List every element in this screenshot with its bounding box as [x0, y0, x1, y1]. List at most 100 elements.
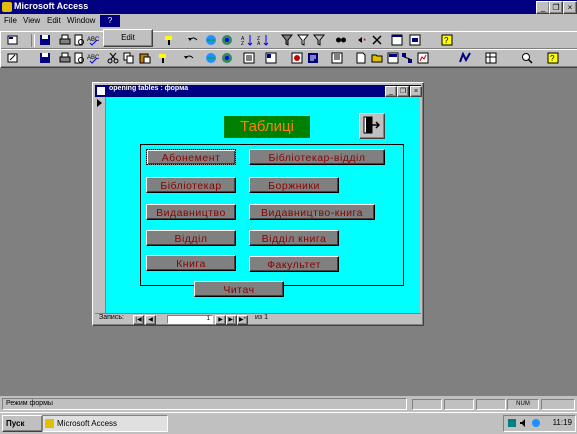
- new-icon[interactable]: [355, 52, 367, 64]
- status-panel: [412, 399, 442, 410]
- form-close-button[interactable]: ×: [410, 86, 422, 97]
- first-record-button[interactable]: |◀: [133, 315, 144, 325]
- debtors-button[interactable]: Боржники: [249, 177, 339, 193]
- menu-edit[interactable]: Edit: [47, 16, 61, 25]
- sort-ascending-icon[interactable]: AZ: [241, 34, 253, 46]
- librarian-button[interactable]: Бібліотекар: [146, 177, 236, 193]
- menu-bar: File View Edit Window ?: [0, 14, 577, 30]
- find-icon[interactable]: [335, 34, 347, 46]
- format-painter-icon[interactable]: [163, 34, 175, 46]
- menu-view[interactable]: View: [23, 16, 40, 25]
- help-icon[interactable]: ?: [547, 52, 559, 64]
- print-preview-icon[interactable]: [73, 34, 85, 46]
- design-view-icon[interactable]: [7, 34, 19, 46]
- form-maximize-button[interactable]: ❐: [397, 86, 409, 97]
- copy-icon[interactable]: [123, 52, 135, 64]
- volume-icon[interactable]: [519, 418, 529, 428]
- insert-hyperlink-icon[interactable]: [205, 34, 217, 46]
- field-list-icon[interactable]: [243, 52, 255, 64]
- office-assistant-icon[interactable]: ?: [441, 34, 453, 46]
- book-button[interactable]: Книга: [146, 255, 236, 271]
- form-title-bar[interactable]: opening tables : форма _ ❐ ×: [95, 85, 422, 97]
- form-view-icon[interactable]: [7, 52, 19, 64]
- form-icon[interactable]: [97, 87, 105, 95]
- current-record-input[interactable]: 1: [167, 315, 213, 324]
- librarian-department-button[interactable]: Бібліотекар-відділ: [249, 149, 385, 165]
- department-button[interactable]: Відділ: [146, 230, 236, 246]
- apply-filter-icon[interactable]: [313, 34, 325, 46]
- toolbar-separator: [31, 34, 35, 47]
- title-bar[interactable]: Microsoft Access _ ❐ ×: [0, 0, 577, 14]
- web-toolbar-icon[interactable]: [221, 34, 233, 46]
- menu-window[interactable]: Window: [67, 16, 95, 25]
- network-icon[interactable]: [507, 418, 517, 428]
- close-button[interactable]: ×: [563, 1, 577, 14]
- database-window-icon[interactable]: [391, 34, 403, 46]
- menu-dropdown-item[interactable]: Edit: [103, 29, 153, 47]
- access-app-icon[interactable]: [2, 2, 12, 12]
- save-icon[interactable]: [39, 52, 51, 64]
- zoom-icon[interactable]: [521, 52, 533, 64]
- abonement-button[interactable]: Абонемент: [146, 149, 236, 165]
- menu-help[interactable]: ?: [100, 15, 120, 27]
- print-preview-icon[interactable]: [73, 52, 85, 64]
- autoformat-icon[interactable]: [291, 52, 303, 64]
- department-book-button[interactable]: Відділ книга: [249, 230, 339, 246]
- new-record-nav-button[interactable]: ▶*: [237, 315, 248, 325]
- spelling-icon[interactable]: ABC: [87, 34, 99, 46]
- status-panel: [541, 399, 575, 410]
- form-detail: Таблиці Абонемент Бібліотекар-відділ Біб…: [106, 97, 420, 313]
- delete-record-icon[interactable]: [371, 34, 383, 46]
- minimize-button[interactable]: _: [536, 1, 550, 14]
- open-folder-icon[interactable]: [371, 52, 383, 64]
- undo-icon[interactable]: [183, 52, 195, 64]
- form-minimize-button[interactable]: _: [385, 86, 397, 97]
- analyze-icon[interactable]: [417, 52, 429, 64]
- paste-icon[interactable]: [139, 52, 151, 64]
- filter-by-form-icon[interactable]: [297, 34, 309, 46]
- previous-record-button[interactable]: ◀: [145, 315, 156, 325]
- restore-button[interactable]: ❐: [549, 1, 563, 14]
- exit-button[interactable]: [359, 113, 385, 139]
- cut-icon[interactable]: [107, 52, 119, 64]
- start-button[interactable]: Пуск: [2, 415, 43, 432]
- taskbar-access-button[interactable]: Microsoft Access: [42, 415, 168, 432]
- code-icon[interactable]: [307, 52, 319, 64]
- office-links-icon[interactable]: [459, 52, 471, 64]
- toolbar-1: ABC AZ ZA * ?: [0, 31, 577, 50]
- faculty-button[interactable]: Факультет: [249, 256, 339, 272]
- clock: 11:19: [552, 418, 572, 427]
- print-icon[interactable]: [59, 52, 71, 64]
- publisher-book-button[interactable]: Видавництво-книга: [249, 204, 375, 220]
- keyboard-layout-icon[interactable]: [531, 418, 541, 428]
- record-selector[interactable]: [95, 97, 106, 313]
- menu-file[interactable]: File: [4, 16, 17, 25]
- tile-windows-icon[interactable]: [387, 52, 399, 64]
- form-window[interactable]: opening tables : форма _ ❐ × Таблиці Або…: [92, 82, 424, 326]
- num-lock-indicator: NUM: [507, 399, 539, 410]
- properties-icon[interactable]: [331, 52, 343, 64]
- last-record-button[interactable]: ▶|: [226, 315, 237, 325]
- record-count: из 1: [255, 314, 268, 321]
- new-object-icon[interactable]: [409, 34, 421, 46]
- print-icon[interactable]: [59, 34, 71, 46]
- sort-descending-icon[interactable]: ZA: [257, 34, 269, 46]
- save-icon[interactable]: [39, 34, 51, 46]
- filter-by-selection-icon[interactable]: [281, 34, 293, 46]
- taskbar-access-label: Microsoft Access: [57, 419, 118, 428]
- relationships-icon[interactable]: [401, 52, 413, 64]
- spelling-icon[interactable]: ABC: [87, 52, 99, 64]
- web-toolbar-icon[interactable]: [221, 52, 233, 64]
- undo-icon[interactable]: [187, 34, 199, 46]
- insert-hyperlink-icon[interactable]: [205, 52, 217, 64]
- reader-button[interactable]: Читач: [194, 281, 284, 297]
- new-record-icon[interactable]: *: [357, 34, 369, 46]
- format-painter-icon[interactable]: [157, 52, 169, 64]
- publisher-button[interactable]: Видавництво: [146, 204, 236, 220]
- app-title: Microsoft Access: [14, 1, 89, 11]
- status-panel: [444, 399, 474, 410]
- start-button-label: Пуск: [6, 419, 25, 428]
- toolbox-icon[interactable]: [265, 52, 277, 64]
- analyze-table-icon[interactable]: [485, 52, 497, 64]
- next-record-button[interactable]: ▶: [215, 315, 226, 325]
